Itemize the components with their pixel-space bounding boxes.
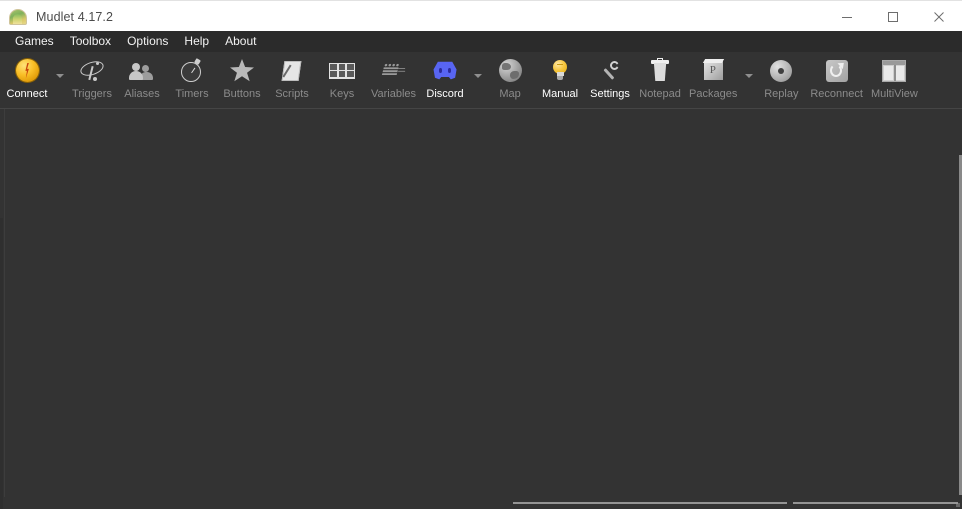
- connect-dropdown-chevron-down-icon[interactable]: [52, 52, 67, 106]
- timers-stopwatch-icon: [176, 55, 208, 86]
- console-text-surface[interactable]: [4, 109, 954, 497]
- settings-wrench-icon: [594, 55, 626, 86]
- close-button[interactable]: [916, 1, 962, 32]
- connect-lightning-icon: [11, 55, 43, 86]
- toolbar-button-keys[interactable]: Keys: [317, 52, 367, 106]
- toolbar-button-buttons[interactable]: Buttons: [217, 52, 267, 106]
- toolbar-label-packages: Packages: [689, 88, 738, 100]
- packages-dropdown-chevron-down-icon[interactable]: [741, 52, 756, 106]
- toolbar-button-scripts[interactable]: Scripts: [267, 52, 317, 106]
- multiview-panes-icon: [878, 55, 910, 86]
- variables-chi-equals-icon: 𝋳=: [381, 60, 406, 79]
- horizontal-scrollbar-secondary[interactable]: [793, 502, 958, 504]
- mudlet-main-window: Mudlet 4.17.2 Games Toolbox Options Help…: [0, 0, 962, 509]
- toolbar-label-variables: Variables: [371, 88, 417, 100]
- toolbar-label-notepad: Notepad: [639, 88, 681, 100]
- main-toolbar: Connect Triggers Aliases Timers Buttons: [0, 52, 962, 109]
- toolbar-button-triggers[interactable]: Triggers: [67, 52, 117, 106]
- toolbar-button-multiview[interactable]: MultiView: [867, 52, 922, 106]
- menu-item-games[interactable]: Games: [7, 32, 62, 51]
- window-title: Mudlet 4.17.2: [36, 9, 114, 24]
- reconnect-refresh-icon: [821, 55, 853, 86]
- menu-bar: Games Toolbox Options Help About: [0, 31, 962, 52]
- packages-cube-icon: P: [697, 55, 729, 86]
- resize-grip[interactable]: [956, 503, 960, 507]
- replay-disc-icon: [765, 55, 797, 86]
- toolbar-label-buttons: Buttons: [223, 88, 261, 100]
- manual-lightbulb-icon: [544, 55, 576, 86]
- menu-item-options[interactable]: Options: [119, 32, 176, 51]
- toolbar-label-settings: Settings: [590, 88, 630, 100]
- discord-icon: [429, 55, 461, 86]
- console-left-edge: [0, 218, 3, 509]
- map-globe-icon: [494, 55, 526, 86]
- mudlet-logo-icon: [9, 8, 27, 26]
- toolbar-button-discord[interactable]: Discord: [420, 52, 470, 106]
- toolbar-label-triggers: Triggers: [72, 88, 112, 100]
- toolbar-button-packages[interactable]: P Packages: [685, 52, 741, 106]
- notepad-bin-icon: [644, 55, 676, 86]
- discord-dropdown-chevron-down-icon[interactable]: [470, 52, 485, 106]
- menu-item-about[interactable]: About: [217, 32, 264, 51]
- toolbar-button-variables[interactable]: 𝋳= Variables: [367, 52, 420, 106]
- minimize-button[interactable]: [824, 1, 870, 32]
- toolbar-button-manual[interactable]: Manual: [535, 52, 585, 106]
- toolbar-label-replay: Replay: [764, 88, 799, 100]
- scripts-page-pen-icon: [276, 55, 308, 86]
- triggers-orbit-icon: [76, 55, 108, 86]
- toolbar-label-multiview: MultiView: [870, 88, 918, 100]
- toolbar-button-replay[interactable]: Replay: [756, 52, 806, 106]
- toolbar-label-scripts: Scripts: [275, 88, 309, 100]
- title-bar: Mudlet 4.17.2: [0, 0, 962, 32]
- toolbar-button-reconnect[interactable]: Reconnect: [806, 52, 867, 106]
- toolbar-button-aliases[interactable]: Aliases: [117, 52, 167, 106]
- toolbar-label-reconnect: Reconnect: [810, 88, 863, 100]
- toolbar-label-keys: Keys: [329, 88, 355, 100]
- toolbar-label-aliases: Aliases: [124, 88, 160, 100]
- toolbar-button-map[interactable]: Map: [485, 52, 535, 106]
- toolbar-label-manual: Manual: [542, 88, 579, 100]
- menu-item-toolbox[interactable]: Toolbox: [62, 32, 119, 51]
- maximize-button[interactable]: [870, 1, 916, 32]
- toolbar-button-settings[interactable]: Settings: [585, 52, 635, 106]
- toolbar-label-discord: Discord: [426, 88, 464, 100]
- toolbar-label-connect: Connect: [6, 88, 48, 100]
- buttons-star-icon: [226, 55, 258, 86]
- menu-item-help[interactable]: Help: [176, 32, 217, 51]
- main-console-area[interactable]: [0, 109, 962, 509]
- aliases-people-icon: [126, 55, 158, 86]
- toolbar-label-timers: Timers: [175, 88, 209, 100]
- toolbar-label-map: Map: [499, 88, 521, 100]
- toolbar-button-timers[interactable]: Timers: [167, 52, 217, 106]
- keys-keyboard-icon: [326, 55, 358, 86]
- horizontal-scrollbar-primary[interactable]: [513, 502, 787, 504]
- toolbar-button-notepad[interactable]: Notepad: [635, 52, 685, 106]
- toolbar-button-connect[interactable]: Connect: [2, 52, 52, 106]
- window-controls: [824, 1, 962, 32]
